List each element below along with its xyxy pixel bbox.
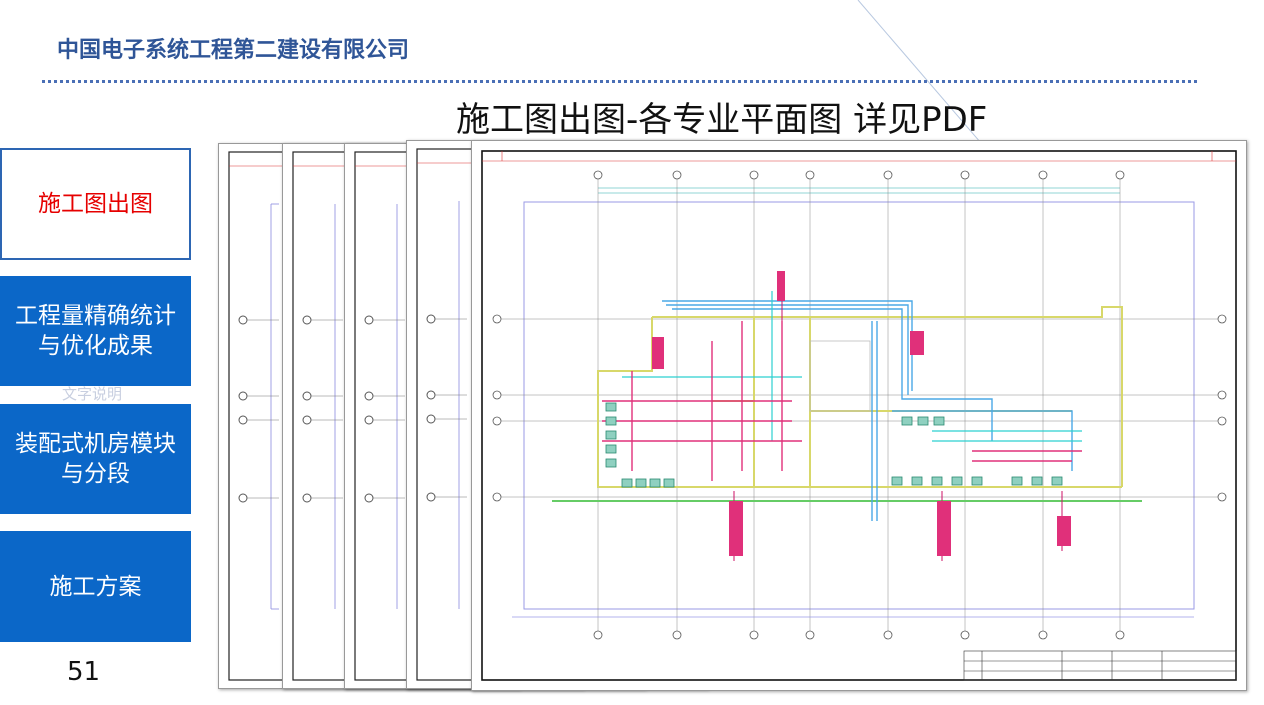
slide-title: 施工图出图-各专业平面图 详见PDF [456, 100, 988, 140]
ghost-text: 文字说明 [62, 385, 123, 403]
nav-item-construction-plan[interactable]: 施工方案 [0, 531, 191, 642]
header-divider [42, 80, 1197, 83]
page-number: 51 [67, 657, 101, 687]
nav-item-label: 施工图出图 [38, 191, 153, 217]
nav-item-construction-drawing[interactable]: 施工图出图 [0, 148, 191, 260]
company-name: 中国电子系统工程第二建设有限公司 [57, 38, 410, 63]
nav-item-label: 工程量精确统计 与优化成果 [15, 303, 176, 359]
nav-item-label: 施工方案 [49, 573, 142, 600]
nav-item-quantity-statistics[interactable]: 工程量精确统计 与优化成果 [0, 276, 191, 386]
nav-item-prefab-module[interactable]: 装配式机房模块 与分段 [0, 404, 191, 514]
floor-plan-drawing [481, 150, 1237, 681]
nav-item-label: 装配式机房模块 与分段 [15, 431, 176, 487]
drawing-sheet-main[interactable] [471, 140, 1247, 691]
